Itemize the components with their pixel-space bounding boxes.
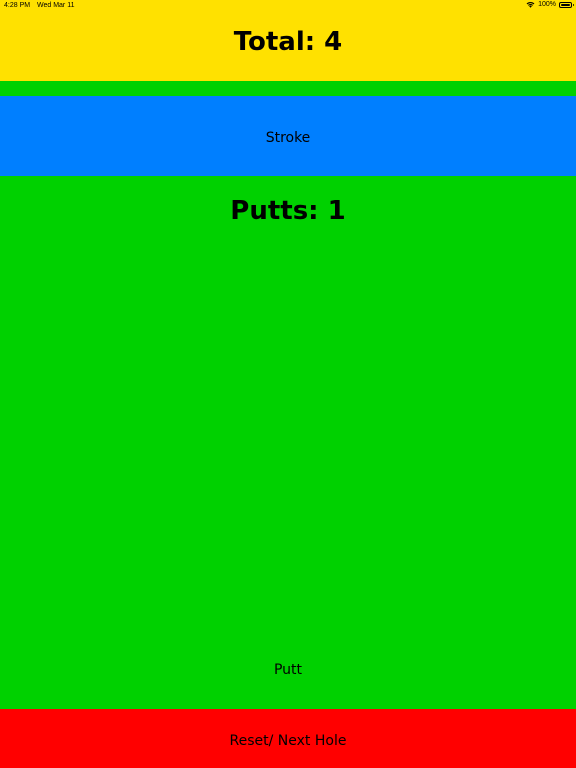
putts-count-label: Putts: 1 xyxy=(230,196,346,226)
putt-button[interactable]: Putts: 1 Putt xyxy=(0,176,576,709)
battery-icon xyxy=(559,1,574,8)
status-indicators: 100% xyxy=(526,1,574,8)
status-bar: 4:28 PM Wed Mar 11 100% xyxy=(0,0,576,12)
status-date: Wed Mar 11 xyxy=(37,2,75,9)
total-score-bar: Total: 4 xyxy=(0,0,576,81)
reset-button-label: Reset/ Next Hole xyxy=(229,732,347,749)
stroke-button[interactable]: Stroke xyxy=(0,96,576,176)
putt-button-label: Putt xyxy=(273,662,303,678)
battery-percentage: 100% xyxy=(538,1,556,8)
wifi-icon xyxy=(526,1,535,8)
app-screen: 4:28 PM Wed Mar 11 100% Total: 4 Stroke … xyxy=(0,0,576,768)
status-time: 4:28 PM xyxy=(4,2,31,9)
battery-fill xyxy=(561,3,570,6)
reset-next-hole-button[interactable]: Reset/ Next Hole xyxy=(0,709,576,768)
separator-strip xyxy=(0,81,576,96)
total-score-label: Total: 4 xyxy=(233,26,343,57)
stroke-button-label: Stroke xyxy=(265,130,311,146)
